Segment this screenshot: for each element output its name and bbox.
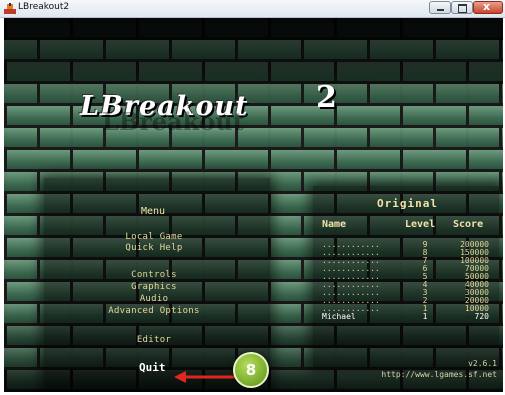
menu-item-quick-help[interactable]: Quick Help [54, 243, 254, 253]
highscore-row: ............ 1 10000 [313, 304, 499, 313]
highscore-col-level: Level [405, 219, 436, 230]
version-label: v2.6.1 [468, 359, 497, 368]
maximize-button[interactable] [451, 1, 473, 14]
highscore-row: ............ 4 40000 [313, 280, 499, 289]
highscore-row: ............ 6 70000 [313, 264, 499, 273]
close-button[interactable]: x [473, 0, 503, 14]
menu-item-quit[interactable]: Quit [139, 361, 166, 374]
menu-item-audio[interactable]: Audio [54, 294, 254, 304]
menu-item-editor[interactable]: Editor [54, 335, 254, 345]
window-title: LBreakout2 [18, 2, 70, 12]
highscore-row: ............ 3 30000 [313, 288, 499, 297]
highscore-name: Michael [322, 312, 356, 321]
menu-item-graphics[interactable]: Graphics [54, 282, 254, 292]
step-number-badge: 8 [233, 352, 269, 388]
menu-item-advanced-options[interactable]: Advanced Options [54, 306, 254, 316]
highscore-col-score: Score [453, 219, 484, 230]
app-icon [4, 3, 16, 14]
website-link[interactable]: http://www.lgames.sf.net [381, 370, 497, 379]
arrow-annotation [174, 371, 236, 383]
highscore-col-name: Name [322, 219, 347, 230]
menu-title: Menu [141, 206, 166, 217]
highscore-row: Michael 1 720 [313, 312, 499, 321]
app-window: LBreakout2 x LBreakout LBreakout 2 Menu … [0, 0, 505, 395]
highscore-level: 1 [422, 312, 428, 321]
close-icon: x [483, 0, 491, 13]
title-bar[interactable]: LBreakout2 x [0, 0, 505, 18]
highscore-row: ............ 8 150000 [313, 248, 499, 257]
game-logo: LBreakout LBreakout [80, 91, 249, 136]
highscore-panel: Original Name Level Score ............ 9… [313, 186, 499, 368]
highscore-row: ............ 2 20000 [313, 296, 499, 305]
highscore-row: ............ 5 50000 [313, 272, 499, 281]
highscore-score: 720 [474, 312, 489, 321]
highscore-row: ............ 7 100000 [313, 256, 499, 265]
menu-item-local-game[interactable]: Local Game [54, 232, 254, 242]
highscore-set-title: Original [377, 197, 438, 210]
logo-shadow-text: LBreakout [102, 107, 244, 136]
logo-superscript: 2 [316, 80, 337, 115]
menu-item-controls[interactable]: Controls [54, 270, 254, 280]
minimize-button[interactable] [429, 1, 451, 14]
game-canvas: LBreakout LBreakout 2 Menu Local Game Qu… [4, 18, 503, 392]
highscore-row: ............ 9 200000 [313, 240, 499, 249]
